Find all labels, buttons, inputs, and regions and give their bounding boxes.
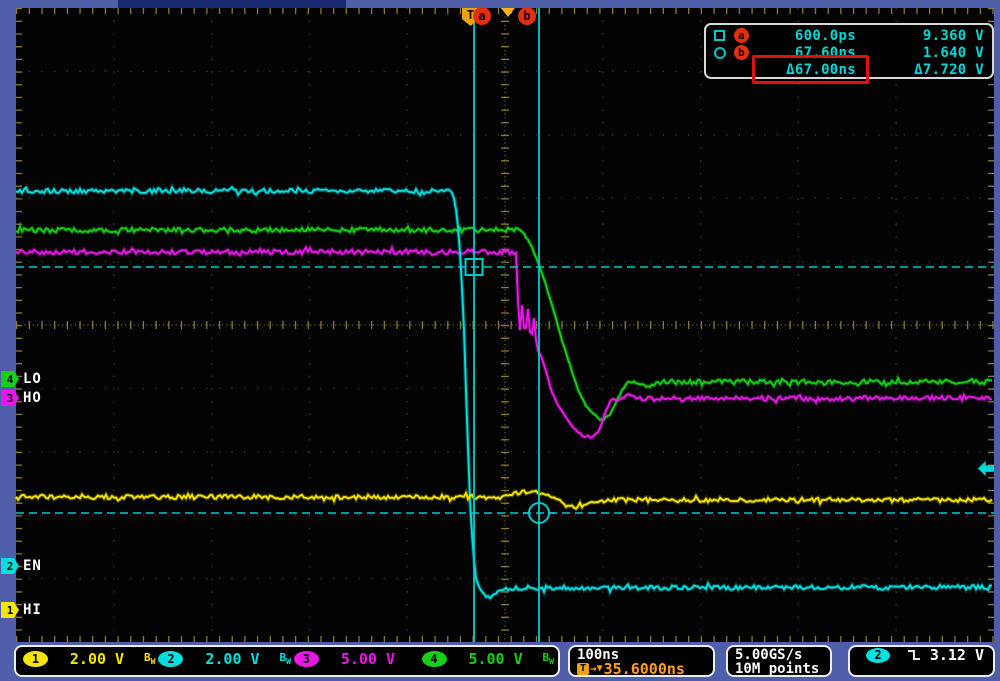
record-length: 10M points [735,662,823,676]
wave-label-en: EN [23,558,42,574]
triangle-down-icon: ▼ [597,662,603,676]
trigger-position-value: 35.6000ns [604,662,685,676]
channel-4-scale: 5.00 V [455,650,537,668]
bandwidth-icon: BW [543,651,554,666]
cursor-a-label: a [734,28,749,43]
cursor-a-voltage: 9.360 V [856,28,986,44]
channel-2-group[interactable]: 2 2.00 V BW [155,650,290,668]
channel-1-scale: 2.00 V [56,650,138,668]
channel-2-badge[interactable]: 2 [158,651,183,667]
channel-3-scale: 5.00 V [327,650,409,668]
bandwidth-icon: BW [144,651,155,666]
channel-2-scale: 2.00 V [191,650,273,668]
cursor-a-square-icon [714,30,729,41]
channel-1-group[interactable]: 1 2.00 V BW [20,650,155,668]
channel-3-badge[interactable]: 3 [294,651,319,667]
trigger-box[interactable]: 2 3.12 V [848,645,995,677]
cursor-a-time: 600.0ps [749,28,856,44]
timebase-box[interactable]: 100ns T → ▼ 35.6000ns [568,645,715,677]
trace-ho [16,247,992,437]
cursor-b-voltage: 1.640 V [856,45,986,61]
arrow-right-icon: → [590,662,597,676]
delta-voltage: Δ7.720 V [856,62,986,78]
sample-rate: 5.00GS/s [735,648,823,662]
trace-lo [16,227,992,420]
waveform-layer [0,0,1000,681]
cursor-a-row: a 600.0ps 9.360 V [714,27,986,44]
channel-1-badge[interactable]: 1 [23,651,48,667]
channel-3-group[interactable]: 3 5.00 V [291,650,419,668]
falling-edge-icon [907,648,923,662]
channel-scales-box[interactable]: 1 2.00 V BW 2 2.00 V BW 3 5.00 V 4 5.00 … [14,645,560,677]
oscilloscope-frame: T a b a 600.0ps 9.360 V b 67.60ns 1.640 … [0,0,1000,681]
bandwidth-icon: BW [279,651,290,666]
cursor-b-label: b [734,45,749,60]
trigger-level-value: 3.12 V [923,646,984,664]
channel-4-badge[interactable]: 4 [422,651,447,667]
channel-4-group[interactable]: 4 5.00 V BW [419,650,554,668]
wave-label-lo: LO [23,371,42,387]
cursor-b-badge[interactable]: b [518,7,536,25]
wave-label-hi: HI [23,602,42,618]
trigger-t-icon: T [577,663,589,675]
cursor-b-circle-icon [714,47,729,59]
trigger-position-readout: T → ▼ 35.6000ns [577,662,706,676]
acquisition-box[interactable]: 5.00GS/s 10M points [726,645,832,677]
delta-time-highlight-rect [752,55,869,84]
trigger-source-badge[interactable]: 2 [866,648,890,663]
cursor-a-badge[interactable]: a [473,7,491,25]
wave-label-ho: HO [23,390,42,406]
